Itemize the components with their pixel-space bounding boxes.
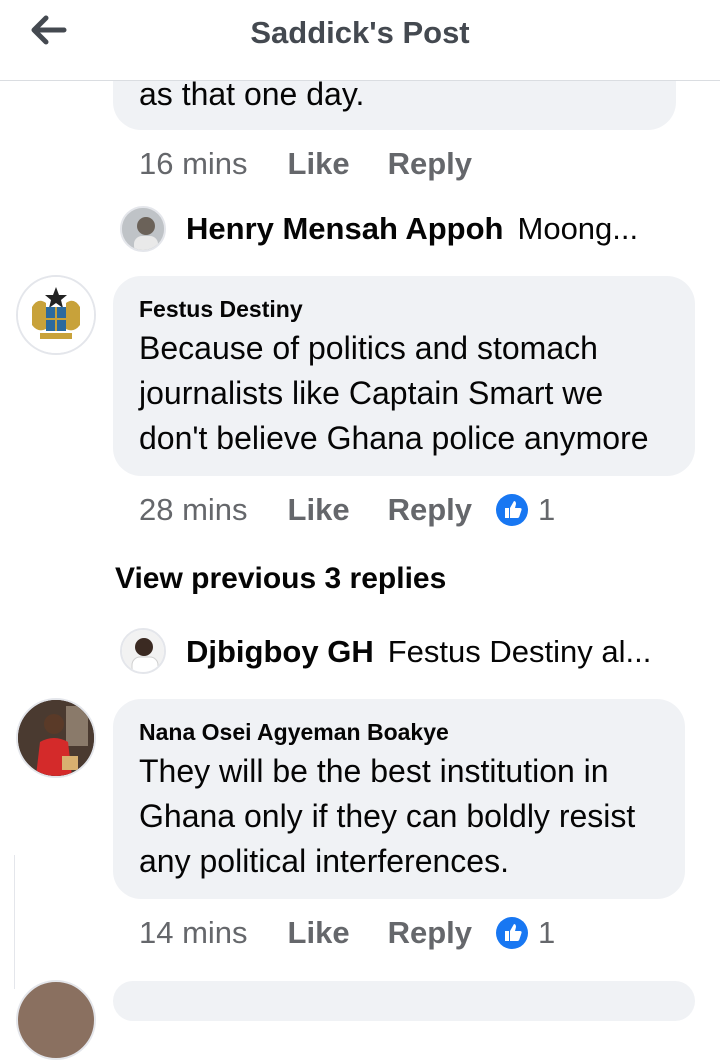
comment-author[interactable]: Festus Destiny <box>139 296 303 323</box>
comment-line: Ghana only if they can boldly resist <box>139 798 636 834</box>
reaction-count: 1 <box>538 915 556 950</box>
coat-of-arms-icon <box>18 277 94 353</box>
avatar[interactable] <box>120 628 166 674</box>
reply-author: Djbigboy GH <box>186 634 374 669</box>
reply-button[interactable]: Reply <box>388 915 472 951</box>
comment-line: Because of politics and stomach <box>139 330 598 366</box>
comment-meta: 16 mins Like Reply <box>139 146 472 182</box>
comment-time: 14 mins <box>139 915 248 950</box>
person-icon <box>122 630 164 672</box>
reply-preview[interactable]: Djbigboy GH Festus Destiny al... <box>186 634 651 670</box>
avatar[interactable] <box>120 206 166 252</box>
reaction-summary[interactable]: 1 <box>496 915 555 951</box>
comment-time: 16 mins <box>139 146 248 181</box>
comment-bubble: Festus Destiny Because of politics and s… <box>113 276 695 476</box>
comment-meta: 28 mins Like Reply 1 <box>139 492 555 528</box>
reaction-summary[interactable]: 1 <box>496 492 555 528</box>
comment-line: journalists like Captain Smart we <box>139 375 604 411</box>
reply-button[interactable]: Reply <box>388 492 472 528</box>
person-icon <box>18 700 94 776</box>
comment-line: any political interferences. <box>139 843 509 879</box>
comment-bubble: Nana Osei Agyeman Boakye They will be th… <box>113 699 685 899</box>
page-title: Saddick's Post <box>250 15 470 50</box>
view-previous-replies-link[interactable]: View previous 3 replies <box>115 562 446 596</box>
avatar[interactable] <box>16 980 96 1060</box>
divider <box>0 855 15 989</box>
like-button[interactable]: Like <box>288 915 350 951</box>
comment-author[interactable]: Nana Osei Agyeman Boakye <box>139 719 449 746</box>
comment-line: don't believe Ghana police anymore <box>139 420 649 456</box>
reply-snippet: Festus Destiny al... <box>387 634 652 669</box>
top-bar: Saddick's Post <box>0 0 720 81</box>
reply-button[interactable]: Reply <box>388 146 472 182</box>
comment-bubble <box>113 981 695 1021</box>
thumbs-up-icon <box>496 917 528 949</box>
reaction-count: 1 <box>538 492 556 527</box>
comment-line: They will be the best institution in <box>139 753 609 789</box>
reply-author: Henry Mensah Appoh <box>186 211 504 246</box>
avatar[interactable] <box>16 698 96 778</box>
avatar[interactable] <box>16 275 96 355</box>
person-icon <box>122 208 164 250</box>
comment-text: Because of politics and stomach journali… <box>139 326 649 461</box>
reply-snippet: Moong... <box>517 211 639 246</box>
comment-time: 28 mins <box>139 492 248 527</box>
comment-meta: 14 mins Like Reply 1 <box>139 915 555 951</box>
comment-text: They will be the best institution in Gha… <box>139 749 635 884</box>
like-button[interactable]: Like <box>288 492 350 528</box>
like-button[interactable]: Like <box>288 146 350 182</box>
reply-preview[interactable]: Henry Mensah Appoh Moong... <box>186 211 638 247</box>
thumbs-up-icon <box>496 494 528 526</box>
